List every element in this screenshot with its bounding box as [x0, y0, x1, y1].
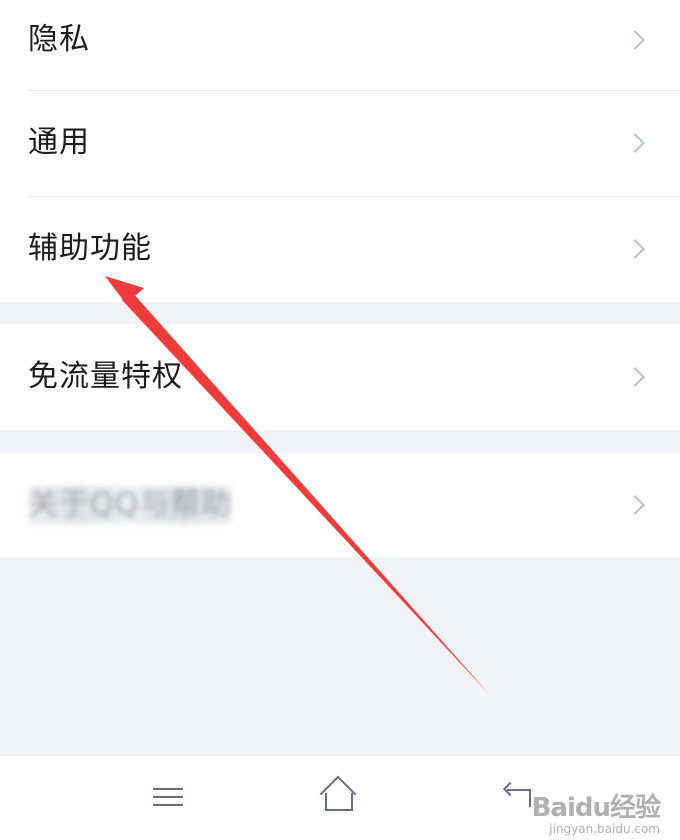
menu-item-general-label: 通用 — [28, 125, 90, 160]
menu-item-about-help[interactable]: 关于QQ与帮助 — [0, 453, 680, 557]
menu-icon — [153, 782, 183, 812]
menu-item-free-data-label: 免流量特权 — [28, 359, 183, 394]
menu-button[interactable] — [144, 774, 192, 820]
menu-item-free-data[interactable]: 免流量特权 — [0, 324, 680, 430]
settings-screen: { "menu_groups": [ { "items": [ {"label"… — [0, 0, 680, 840]
chevron-right-icon — [625, 133, 645, 153]
menu-group-1: 隐私 通用 辅助功能 — [0, 0, 680, 302]
menu-item-privacy[interactable]: 隐私 — [0, 0, 680, 90]
home-icon — [317, 780, 359, 814]
menu-group-2: 免流量特权 — [0, 324, 680, 430]
watermark-main-text: Baidu经验 — [531, 793, 661, 823]
chevron-right-icon — [625, 367, 645, 387]
menu-item-accessibility[interactable]: 辅助功能 — [0, 196, 680, 302]
home-button[interactable] — [314, 774, 362, 820]
menu-item-about-help-label: 关于QQ与帮助 — [28, 486, 233, 524]
menu-item-privacy-label: 隐私 — [28, 22, 90, 57]
watermark-sub-text: jingyan.baidu.com — [549, 822, 660, 836]
chevron-right-icon — [625, 239, 645, 259]
baidu-watermark: Baidu经验 jingyan.baidu.com — [531, 787, 661, 836]
bottom-nav-bar: Baidu经验 jingyan.baidu.com — [0, 755, 680, 840]
menu-item-general[interactable]: 通用 — [0, 90, 680, 196]
back-icon — [499, 781, 533, 812]
chevron-right-icon — [625, 30, 645, 50]
chevron-right-icon — [625, 495, 645, 515]
menu-item-accessibility-label: 辅助功能 — [28, 231, 152, 266]
menu-group-3: 关于QQ与帮助 — [0, 453, 680, 557]
